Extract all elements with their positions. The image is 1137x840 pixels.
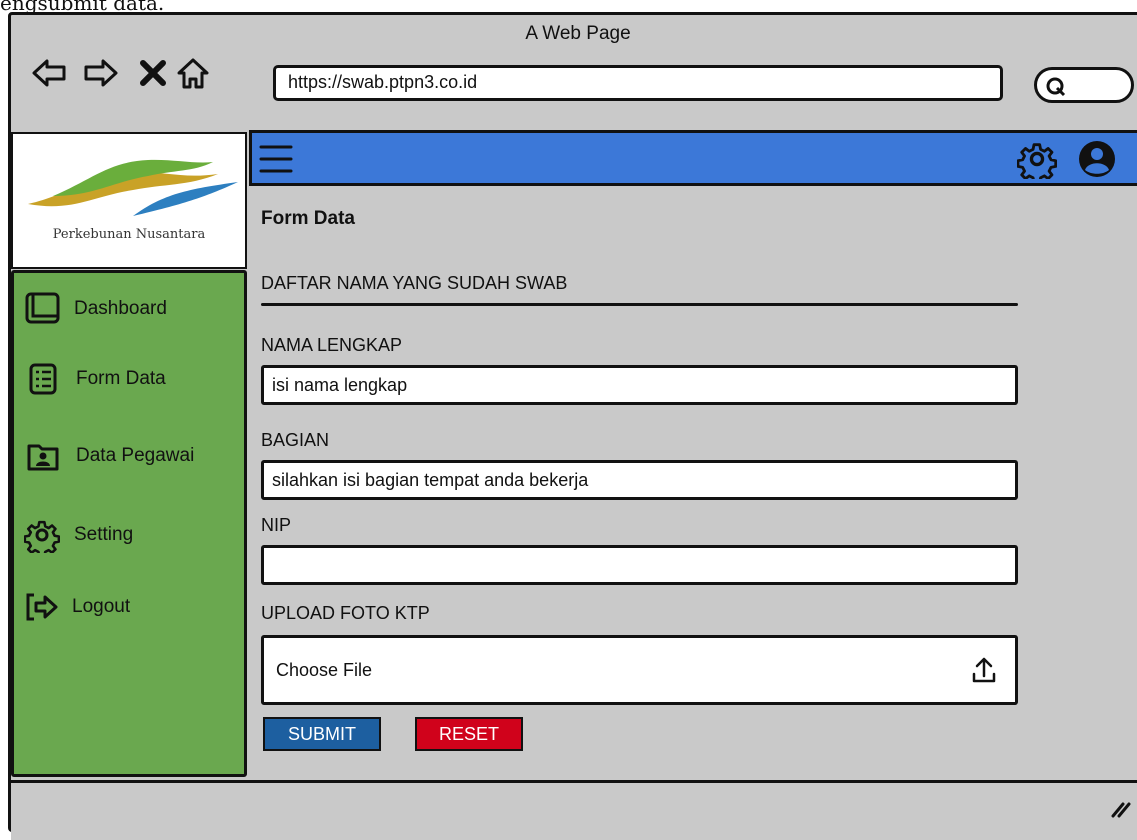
bagian-input[interactable] (261, 460, 1018, 500)
url-bar[interactable]: https://swab.ptpn3.co.id (273, 65, 1003, 101)
user-avatar-icon[interactable] (1077, 139, 1117, 179)
perkebunan-logo-mark (28, 159, 238, 216)
nip-input[interactable] (261, 545, 1018, 585)
home-icon[interactable] (175, 55, 211, 91)
gear-icon[interactable] (1017, 139, 1057, 179)
window-status-bar (11, 780, 1137, 840)
reset-button[interactable]: RESET (415, 717, 523, 751)
file-upload-field[interactable]: Choose File (261, 635, 1018, 705)
sidebar-item-form-data[interactable]: Form Data (24, 362, 166, 396)
hamburger-icon[interactable] (258, 139, 294, 179)
resize-handle-icon[interactable] (1109, 796, 1131, 818)
browser-window: A Web Page https://swab.ptpn3.co.id Perk… (8, 12, 1137, 840)
back-arrow-icon[interactable] (31, 55, 67, 91)
browser-search-field[interactable] (1034, 67, 1134, 103)
bagian-label: BAGIAN (261, 430, 330, 450)
logout-icon (26, 593, 58, 621)
page-title: Form Data (261, 208, 355, 229)
company-logo: Perkebunan Nusantara (11, 132, 247, 269)
upload-label: UPLOAD FOTO KTP (261, 603, 430, 623)
sidebar-item-setting[interactable]: Setting (24, 517, 133, 553)
user-folder-icon (27, 444, 59, 471)
sidebar-item-label: Data Pegawai (76, 445, 195, 466)
close-x-icon[interactable] (135, 55, 171, 91)
logo-text: Perkebunan Nusantara (52, 227, 206, 242)
sidebar-item-label: Dashboard (74, 298, 167, 319)
search-icon (1046, 77, 1066, 97)
nip-label: NIP (261, 515, 292, 535)
section-divider (261, 303, 1018, 306)
section-title: DAFTAR NAMA YANG SUDAH SWAB (261, 273, 568, 293)
sidebar-item-dashboard[interactable]: Dashboard (24, 291, 167, 327)
list-document-icon (29, 363, 57, 395)
sidebar-item-logout[interactable]: Logout (24, 591, 130, 623)
sidebar-item-label: Setting (74, 524, 134, 545)
submit-button[interactable]: SUBMIT (263, 717, 381, 751)
forward-arrow-icon[interactable] (83, 55, 119, 91)
sidebar-item-label: Form Data (76, 368, 166, 389)
choose-file-label: Choose File (276, 660, 373, 680)
gear-icon (24, 520, 60, 553)
upload-icon[interactable] (971, 656, 997, 684)
nama-label: NAMA LENGKAP (261, 335, 403, 355)
sidebar-item-label: Logout (72, 596, 131, 617)
window-title: A Web Page (525, 23, 631, 44)
app-topbar (249, 130, 1137, 186)
dashboard-window-icon (25, 292, 60, 324)
sidebar-menu: Dashboard Form Data Data Pegawai Setting (11, 270, 247, 777)
sidebar-item-data-pegawai[interactable]: Data Pegawai (24, 439, 194, 473)
nama-lengkap-input[interactable] (261, 365, 1018, 405)
